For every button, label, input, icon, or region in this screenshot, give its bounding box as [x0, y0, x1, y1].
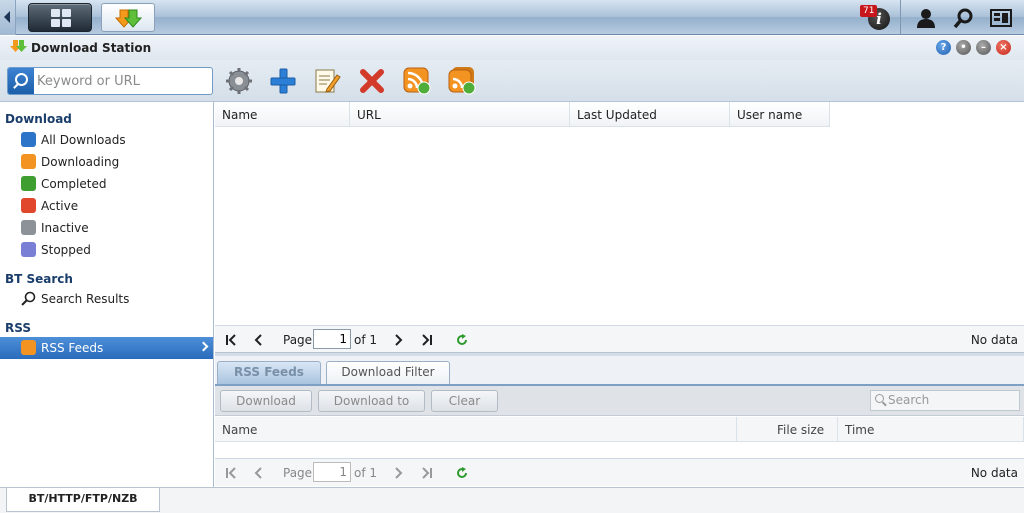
bottom-bar: BT/HTTP/FTP/NZB: [0, 487, 1024, 513]
sidebar-item-label: Downloading: [41, 155, 120, 169]
sidebar-section-rss: RSS: [5, 321, 31, 335]
refresh-icon[interactable]: [456, 334, 468, 346]
download-arrow-icon: [21, 154, 36, 169]
chevron-right-icon: [198, 341, 209, 352]
tab-rss-feeds[interactable]: RSS Feeds: [217, 361, 321, 384]
main-menu-icon: [51, 9, 71, 27]
column-header-file-size[interactable]: File size: [737, 417, 838, 442]
settings-window-icon[interactable]: •: [956, 40, 971, 55]
column-header-item-name[interactable]: Name: [215, 417, 737, 442]
sidebar-item-active[interactable]: Active: [0, 195, 213, 217]
sidebar-item-completed[interactable]: Completed: [0, 173, 213, 195]
download-station-title-icon: [10, 40, 27, 52]
page-label: Page: [283, 333, 313, 347]
search-icon[interactable]: [953, 7, 975, 29]
user-icon[interactable]: [915, 7, 937, 29]
next-page-icon[interactable]: [392, 334, 404, 346]
window-titlebar[interactable]: Download Station: [0, 36, 1024, 60]
sidebar-item-inactive[interactable]: Inactive: [0, 217, 213, 239]
download-station-taskbar-button[interactable]: [101, 3, 155, 32]
detail-search-input[interactable]: [888, 393, 1016, 407]
tab-download-filter[interactable]: Download Filter: [326, 361, 450, 384]
rss-refresh-icon[interactable]: [403, 67, 431, 95]
toolbar: [0, 60, 1024, 102]
sidebar-item-label: Completed: [41, 177, 107, 191]
sidebar-item-search-results[interactable]: Search Results: [0, 288, 213, 310]
delete-icon[interactable]: [358, 67, 386, 95]
column-header-time[interactable]: Time: [838, 417, 1024, 442]
taskbar: i 71: [0, 0, 1024, 35]
sidebar-section-bt-search: BT Search: [5, 272, 73, 286]
tab-bt-http-ftp-nzb[interactable]: BT/HTTP/FTP/NZB: [6, 488, 160, 512]
page-number-input[interactable]: [313, 462, 351, 482]
column-header-name[interactable]: Name: [215, 102, 350, 127]
page-of-label: of 1: [354, 466, 378, 480]
download-button[interactable]: Download: [220, 390, 312, 412]
active-icon: [21, 198, 36, 213]
first-page-icon[interactable]: [225, 334, 237, 346]
taskbar-collapse-button[interactable]: [0, 0, 16, 35]
list-icon: [21, 132, 36, 147]
column-header-user-name[interactable]: User name: [730, 102, 830, 127]
taskbar-right-group: [900, 0, 1024, 35]
sidebar-section-download: Download: [5, 112, 72, 126]
sidebar-item-rss-feeds[interactable]: RSS Feeds: [0, 337, 213, 359]
sidebar-item-label: All Downloads: [41, 133, 126, 147]
download-station-icon: [114, 9, 143, 28]
clear-button[interactable]: Clear: [431, 390, 498, 412]
feeds-status: No data: [970, 333, 1018, 347]
next-page-icon[interactable]: [392, 467, 404, 479]
main-menu-button[interactable]: [28, 3, 92, 32]
settings-gear-icon[interactable]: [225, 67, 253, 95]
widgets-icon[interactable]: [990, 7, 1012, 29]
column-header-last-updated[interactable]: Last Updated: [570, 102, 730, 127]
items-pager: Page of 1 No data: [215, 458, 1024, 486]
last-page-icon[interactable]: [421, 334, 433, 346]
main-panel: Name URL Last Updated User name Page of …: [215, 102, 1024, 487]
detail-search-box: [870, 390, 1020, 411]
sidebar-item-downloading[interactable]: Downloading: [0, 151, 213, 173]
magnifier-icon: [21, 291, 36, 306]
refresh-icon[interactable]: [456, 467, 468, 479]
page-of-label: of 1: [354, 333, 378, 347]
prev-page-icon[interactable]: [253, 467, 265, 479]
check-icon: [21, 176, 36, 191]
detail-tabbar: RSS Feeds Download Filter: [215, 356, 1024, 386]
detail-buttonbar: Download Download to Clear: [215, 386, 1024, 416]
sidebar-item-label: Active: [41, 199, 79, 213]
sidebar-item-all-downloads[interactable]: All Downloads: [0, 129, 213, 151]
rss-refresh-all-icon[interactable]: [448, 67, 476, 95]
sidebar-item-label: Search Results: [41, 292, 130, 306]
download-to-button[interactable]: Download to: [318, 390, 425, 412]
prev-page-icon[interactable]: [253, 334, 265, 346]
pause-icon: [21, 242, 36, 257]
window-title: Download Station: [31, 41, 152, 55]
edit-icon[interactable]: [313, 67, 341, 95]
notification-badge: 71: [860, 5, 878, 17]
add-icon[interactable]: [269, 67, 297, 95]
rss-icon: [21, 340, 36, 355]
column-header-url[interactable]: URL: [350, 102, 570, 127]
inactive-icon: [21, 220, 36, 235]
keyword-url-input[interactable]: [37, 72, 207, 90]
sidebar-item-label: RSS Feeds: [41, 341, 104, 355]
sidebar: Download All Downloads Downloading Compl…: [0, 102, 214, 487]
help-icon[interactable]: ?: [936, 40, 951, 55]
first-page-icon[interactable]: [225, 467, 237, 479]
sidebar-item-label: Stopped: [41, 243, 91, 257]
close-icon[interactable]: ×: [996, 40, 1011, 55]
sidebar-item-stopped[interactable]: Stopped: [0, 239, 213, 261]
sidebar-item-label: Inactive: [41, 221, 89, 235]
last-page-icon[interactable]: [421, 467, 433, 479]
search-button-icon[interactable]: [8, 68, 34, 94]
page-label: Page: [283, 466, 313, 480]
items-status: No data: [970, 466, 1018, 480]
feeds-pager: Page of 1 No data: [215, 325, 1024, 353]
minimize-icon[interactable]: –: [976, 40, 991, 55]
keyword-search-box: [7, 67, 213, 95]
search-icon: [875, 394, 884, 403]
page-number-input[interactable]: [313, 329, 351, 349]
